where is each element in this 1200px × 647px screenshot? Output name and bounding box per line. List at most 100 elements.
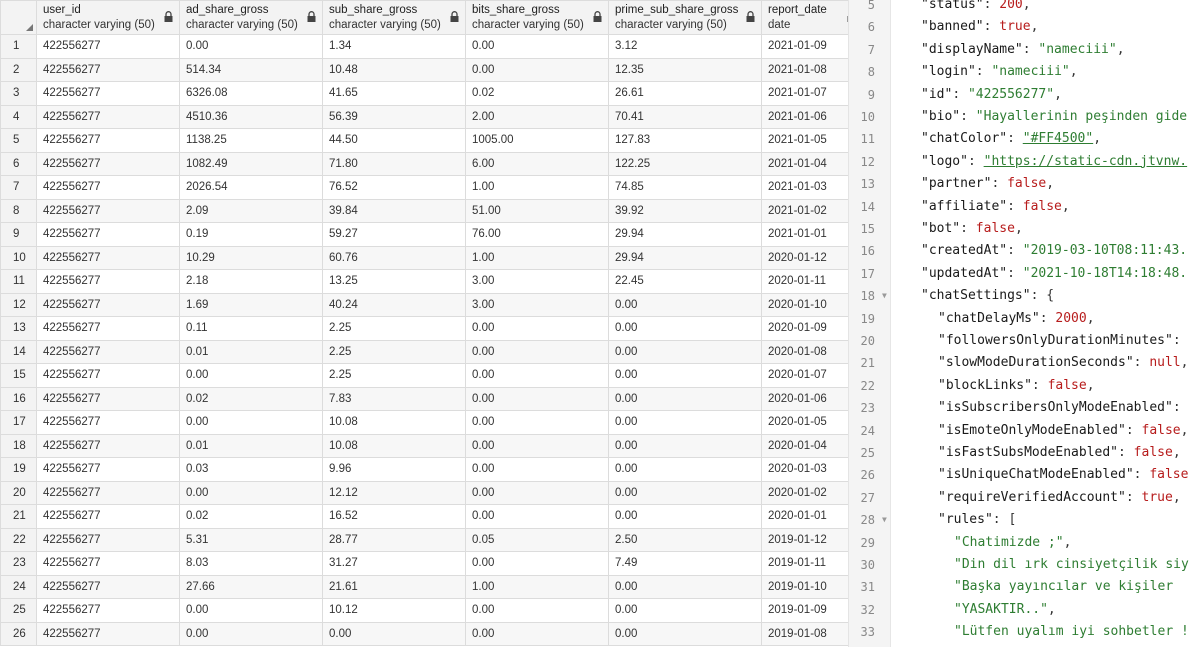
cell-prime-sub-share-gross[interactable]: 0.00 [608, 598, 762, 623]
cell-bits-share-gross[interactable]: 51.00 [465, 198, 609, 223]
cell-sub-share-gross[interactable]: 2.25 [322, 363, 466, 388]
cell-ad-share-gross[interactable]: 0.19 [179, 222, 323, 247]
cell-report-date[interactable]: 2021-01-05 [761, 128, 848, 153]
row-number[interactable]: 1 [0, 34, 37, 59]
table-row[interactable]: 20 422556277 0.00 12.12 0.00 0.00 2020-01-02 [0, 480, 848, 505]
cell-report-date[interactable]: 2020-01-05 [761, 410, 848, 435]
row-number[interactable]: 5 [0, 128, 37, 153]
table-row[interactable]: 4 422556277 4510.36 56.39 2.00 70.41 2021-01-0… [0, 104, 848, 129]
cell-ad-share-gross[interactable]: 0.00 [179, 363, 323, 388]
cell-user-id[interactable]: 422556277 [36, 386, 180, 411]
cell-sub-share-gross[interactable]: 44.50 [322, 128, 466, 153]
cell-user-id[interactable]: 422556277 [36, 504, 180, 529]
cell-sub-share-gross[interactable]: 41.65 [322, 81, 466, 106]
cell-sub-share-gross[interactable]: 16.52 [322, 504, 466, 529]
row-number[interactable]: 24 [0, 574, 37, 599]
cell-ad-share-gross[interactable]: 4510.36 [179, 104, 323, 129]
cell-user-id[interactable]: 422556277 [36, 551, 180, 576]
cell-ad-share-gross[interactable]: 0.03 [179, 457, 323, 482]
cell-sub-share-gross[interactable]: 1.34 [322, 34, 466, 59]
cell-report-date[interactable]: 2019-01-08 [761, 621, 848, 646]
table-row[interactable]: 6 422556277 1082.49 71.80 6.00 122.25 2021-01-… [0, 151, 848, 176]
json-token[interactable]: "#FF4500" [1023, 131, 1093, 146]
cell-prime-sub-share-gross[interactable]: 0.00 [608, 457, 762, 482]
cell-report-date[interactable]: 2021-01-08 [761, 57, 848, 82]
cell-bits-share-gross[interactable]: 0.00 [465, 480, 609, 505]
cell-bits-share-gross[interactable]: 3.00 [465, 292, 609, 317]
cell-ad-share-gross[interactable]: 0.11 [179, 316, 323, 341]
cell-user-id[interactable]: 422556277 [36, 433, 180, 458]
json-viewer[interactable]: 5 "status": 200, 6 "banned": true, 7 "display… [848, 0, 1200, 647]
fold-toggle-icon[interactable]: ▼ [882, 509, 887, 531]
cell-report-date[interactable]: 2020-01-04 [761, 433, 848, 458]
cell-user-id[interactable]: 422556277 [36, 175, 180, 200]
cell-report-date[interactable]: 2020-01-03 [761, 457, 848, 482]
cell-prime-sub-share-gross[interactable]: 127.83 [608, 128, 762, 153]
row-number[interactable]: 19 [0, 457, 37, 482]
table-row[interactable]: 7 422556277 2026.54 76.52 1.00 74.85 2021-01-0… [0, 175, 848, 200]
cell-user-id[interactable]: 422556277 [36, 339, 180, 364]
row-number[interactable]: 17 [0, 410, 37, 435]
cell-user-id[interactable]: 422556277 [36, 574, 180, 599]
cell-ad-share-gross[interactable]: 8.03 [179, 551, 323, 576]
table-row[interactable]: 24 422556277 27.66 21.61 1.00 0.00 2019-01-10 [0, 574, 848, 599]
row-number[interactable]: 21 [0, 504, 37, 529]
json-token[interactable]: "https://static-cdn.jtvnw. [984, 154, 1188, 169]
cell-sub-share-gross[interactable]: 40.24 [322, 292, 466, 317]
cell-bits-share-gross[interactable]: 0.00 [465, 386, 609, 411]
column-header-sub-share-gross[interactable]: sub_share_gross character varying (50) [322, 0, 466, 35]
column-header-bits-share-gross[interactable]: bits_share_gross character varying (50) [465, 0, 609, 35]
table-row[interactable]: 21 422556277 0.02 16.52 0.00 0.00 2020-01-01 [0, 504, 848, 529]
cell-user-id[interactable]: 422556277 [36, 363, 180, 388]
cell-report-date[interactable]: 2021-01-06 [761, 104, 848, 129]
cell-bits-share-gross[interactable]: 0.00 [465, 504, 609, 529]
cell-report-date[interactable]: 2019-01-10 [761, 574, 848, 599]
cell-user-id[interactable]: 422556277 [36, 316, 180, 341]
cell-bits-share-gross[interactable]: 0.00 [465, 339, 609, 364]
cell-report-date[interactable]: 2019-01-11 [761, 551, 848, 576]
table-row[interactable]: 3 422556277 6326.08 41.65 0.02 26.61 2021-01-0… [0, 81, 848, 106]
row-number[interactable]: 18 [0, 433, 37, 458]
cell-prime-sub-share-gross[interactable]: 0.00 [608, 621, 762, 646]
cell-bits-share-gross[interactable]: 1.00 [465, 175, 609, 200]
cell-sub-share-gross[interactable]: 59.27 [322, 222, 466, 247]
row-number[interactable]: 4 [0, 104, 37, 129]
cell-sub-share-gross[interactable]: 10.48 [322, 57, 466, 82]
cell-sub-share-gross[interactable]: 13.25 [322, 269, 466, 294]
table-row[interactable]: 19 422556277 0.03 9.96 0.00 0.00 2020-01-03 [0, 457, 848, 482]
cell-bits-share-gross[interactable]: 0.00 [465, 410, 609, 435]
cell-prime-sub-share-gross[interactable]: 22.45 [608, 269, 762, 294]
column-header-prime-sub-share-gross[interactable]: prime_sub_share_gross character varying (… [608, 0, 762, 35]
query-results-grid[interactable]: user_id character varying (50) ad_share_gr… [0, 0, 848, 647]
table-row[interactable]: 26 422556277 0.00 0.00 0.00 0.00 2019-01-08 [0, 621, 848, 646]
cell-report-date[interactable]: 2020-01-02 [761, 480, 848, 505]
row-number[interactable]: 26 [0, 621, 37, 646]
cell-prime-sub-share-gross[interactable]: 12.35 [608, 57, 762, 82]
row-number[interactable]: 7 [0, 175, 37, 200]
cell-report-date[interactable]: 2021-01-03 [761, 175, 848, 200]
cell-ad-share-gross[interactable]: 0.00 [179, 621, 323, 646]
table-row[interactable]: 1 422556277 0.00 1.34 0.00 3.12 2021-01-09 [0, 34, 848, 59]
row-number[interactable]: 6 [0, 151, 37, 176]
cell-prime-sub-share-gross[interactable]: 29.94 [608, 222, 762, 247]
cell-prime-sub-share-gross[interactable]: 70.41 [608, 104, 762, 129]
cell-bits-share-gross[interactable]: 3.00 [465, 269, 609, 294]
cell-ad-share-gross[interactable]: 514.34 [179, 57, 323, 82]
cell-prime-sub-share-gross[interactable]: 0.00 [608, 386, 762, 411]
cell-sub-share-gross[interactable]: 39.84 [322, 198, 466, 223]
table-row[interactable]: 25 422556277 0.00 10.12 0.00 0.00 2019-01-09 [0, 598, 848, 623]
cell-sub-share-gross[interactable]: 2.25 [322, 316, 466, 341]
cell-user-id[interactable]: 422556277 [36, 222, 180, 247]
table-row[interactable]: 23 422556277 8.03 31.27 0.00 7.49 2019-01-11 [0, 551, 848, 576]
cell-report-date[interactable]: 2021-01-09 [761, 34, 848, 59]
cell-sub-share-gross[interactable]: 0.00 [322, 621, 466, 646]
cell-prime-sub-share-gross[interactable]: 3.12 [608, 34, 762, 59]
cell-prime-sub-share-gross[interactable]: 39.92 [608, 198, 762, 223]
cell-report-date[interactable]: 2020-01-01 [761, 504, 848, 529]
cell-ad-share-gross[interactable]: 10.29 [179, 245, 323, 270]
cell-ad-share-gross[interactable]: 0.00 [179, 598, 323, 623]
row-number[interactable]: 9 [0, 222, 37, 247]
cell-ad-share-gross[interactable]: 0.01 [179, 433, 323, 458]
row-number[interactable]: 13 [0, 316, 37, 341]
cell-user-id[interactable]: 422556277 [36, 527, 180, 552]
